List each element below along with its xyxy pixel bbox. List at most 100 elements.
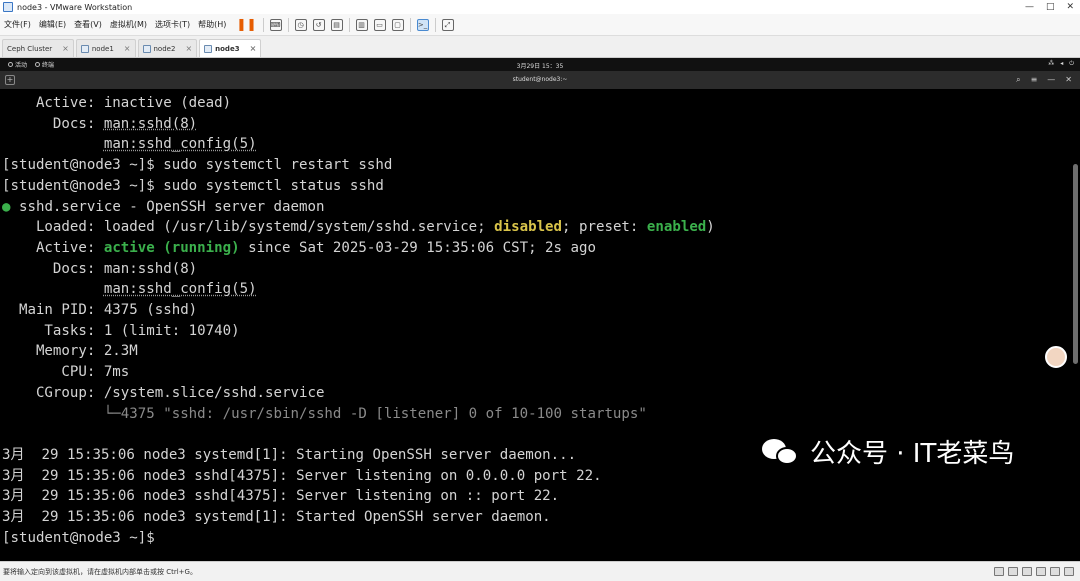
terminal-line: man:sshd_config(5): [2, 134, 257, 154]
terminal-text: Tasks: 1 (limit: 10740): [2, 322, 240, 339]
terminal-line: Loaded: loaded (/usr/lib/systemd/system/…: [2, 217, 715, 237]
window-controls: — □ ✕: [1025, 0, 1074, 14]
terminal-text: Active: inactive (dead): [2, 95, 232, 111]
display-icon[interactable]: [1064, 567, 1074, 576]
network-adapter-icon[interactable]: [1022, 567, 1032, 576]
terminal-text: Main PID: 4375 (sshd): [2, 302, 198, 318]
terminal-text: ●: [2, 198, 11, 215]
terminal-line: 3月 29 15:35:06 node3 systemd[1]: Started…: [2, 507, 551, 527]
terminal-text: Docs: man:sshd(8): [2, 260, 198, 277]
menu-vm[interactable]: 虚拟机(M): [106, 19, 151, 30]
menu-file[interactable]: 文件(F): [0, 19, 35, 30]
terminal-line: CPU: 7ms: [2, 362, 129, 382]
tab-label: node1: [91, 44, 114, 53]
menu-view[interactable]: 查看(V): [70, 19, 106, 30]
terminal-line: CGroup: /system.slice/sshd.service: [2, 383, 325, 403]
vm-tab-bar: Ceph Cluster × node1 × node2 × node3 ×: [0, 36, 1080, 58]
terminal-text: 3月 29 15:35:06 node3 systemd[1]: Started…: [2, 509, 551, 525]
terminal-text: sshd.service - OpenSSH server daemon: [10, 198, 325, 215]
terminal-line: 3月 29 15:35:06 node3 sshd[4375]: Server …: [2, 466, 602, 486]
terminal-window-controls: ⌕ ≡ — ✕: [1016, 75, 1072, 85]
toolbar-divider: [348, 17, 350, 32]
device-icons: [994, 567, 1074, 576]
terminal-title: student@node3:~: [512, 76, 568, 83]
terminal-text: since Sat 2025-03-29 15:35:06 CST; 2s ag…: [239, 239, 596, 256]
close-tab-icon[interactable]: ×: [250, 44, 257, 53]
tab-node3[interactable]: node3 ×: [199, 39, 262, 57]
network-icon: ⁂: [1048, 60, 1055, 67]
watermark-text: 公众号 · IT老菜鸟: [810, 439, 1015, 469]
pause-icon[interactable]: ❚❚: [236, 18, 256, 31]
system-tray[interactable]: ⁂ ◂ ⏻: [1048, 60, 1074, 68]
gnome-top-bar: 活动 终端 3月29日 15：35 ⁂ ◂ ⏻: [0, 58, 1080, 71]
terminal-line: Tasks: 1 (limit: 10740): [2, 321, 240, 341]
stretch-guest-icon[interactable]: ⤢: [441, 18, 454, 31]
terminal-text: enabled: [646, 219, 707, 236]
terminal-text: man:sshd(8): [103, 115, 198, 132]
toolbar-divider: [409, 17, 411, 32]
terminal-line: [student@node3 ~]$ sudo systemctl status…: [2, 176, 384, 196]
terminal-output[interactable]: Active: inactive (dead) Docs: man:sshd(8…: [0, 89, 1080, 561]
terminal-text: Loaded: loaded (/usr/lib/systemd/system/…: [2, 219, 495, 236]
status-text: 要将输入定向到该虚拟机，请在虚拟机内部单击或按 Ctrl+G。: [3, 567, 197, 576]
terminal-text: CPU: 7ms: [2, 364, 130, 381]
terminal-text: 3月 29 15:35:06 node3 sshd[4375]: Server …: [2, 488, 560, 505]
menu-help[interactable]: 帮助(H): [194, 19, 230, 30]
close-tab-icon[interactable]: ×: [62, 44, 69, 53]
terminal-text: ; preset:: [562, 219, 647, 236]
fullscreen-icon[interactable]: ▢: [391, 18, 404, 31]
close-tab-icon[interactable]: ×: [185, 44, 192, 53]
send-keys-icon[interactable]: ⌨: [269, 18, 282, 31]
terminal-line: Docs: man:sshd(8): [2, 114, 197, 134]
sound-card-icon[interactable]: [1050, 567, 1060, 576]
menu-edit[interactable]: 编辑(E): [35, 19, 70, 30]
close-tab-icon[interactable]: ×: [124, 44, 131, 53]
terminal-text: active (running): [103, 239, 240, 256]
terminal-line: Active: inactive (dead): [2, 93, 231, 113]
revert-snapshot-icon[interactable]: ↺: [312, 18, 325, 31]
terminal-line: 3月 29 15:35:06 node3 systemd[1]: Startin…: [2, 445, 576, 465]
volume-icon: ◂: [1060, 60, 1064, 67]
maximize-button[interactable]: □: [1046, 0, 1055, 14]
menu-tabs[interactable]: 选项卡(T): [151, 19, 194, 30]
usb-icon[interactable]: [1036, 567, 1046, 576]
close-icon[interactable]: ✕: [1065, 75, 1072, 85]
vmware-app-icon: [3, 2, 13, 12]
terminal-text: 3月 29 15:35:06 node3 systemd[1]: Startin…: [2, 446, 577, 463]
snapshot-icon[interactable]: ◷: [294, 18, 307, 31]
close-button[interactable]: ✕: [1066, 0, 1074, 14]
tab-node2[interactable]: node2 ×: [137, 39, 198, 57]
hard-disk-icon[interactable]: [994, 567, 1004, 576]
clock[interactable]: 3月29日 15：35: [0, 61, 1080, 70]
terminal-text: disabled: [494, 219, 563, 236]
console-view-icon[interactable]: >_: [416, 18, 429, 31]
terminal-headerbar: + student@node3:~ ⌕ ≡ — ✕: [0, 71, 1080, 89]
hamburger-menu-icon[interactable]: ≡: [1031, 75, 1038, 85]
status-bar: 要将输入定向到该虚拟机，请在虚拟机内部单击或按 Ctrl+G。: [0, 561, 1080, 581]
terminal-text: man:sshd_config(5): [103, 281, 257, 298]
search-icon[interactable]: ⌕: [1016, 75, 1020, 85]
vm-icon: [142, 44, 151, 53]
library-icon[interactable]: ▥: [355, 18, 368, 31]
vm-icon: [80, 44, 89, 53]
tab-ceph-cluster[interactable]: Ceph Cluster ×: [2, 39, 74, 57]
terminal-text: Memory: 2.3M: [2, 343, 138, 360]
minimize-icon[interactable]: —: [1047, 75, 1055, 85]
tab-label: node2: [153, 44, 176, 53]
toolbar: ❚❚ ⌨ ◷ ↺ ▤ ▥ ▭ ▢ >_ ⤢: [236, 17, 454, 32]
toolbar-divider: [262, 17, 264, 32]
minimize-button[interactable]: —: [1025, 0, 1034, 14]
terminal-line: └─4375 "sshd: /usr/sbin/sshd -D [listene…: [2, 404, 647, 424]
tab-node1[interactable]: node1 ×: [75, 39, 136, 57]
scrollbar[interactable]: [1073, 164, 1078, 364]
terminal-line: Docs: man:sshd(8): [2, 259, 197, 279]
vm-icon: [204, 44, 213, 53]
terminal-text: man:sshd_config(5): [103, 136, 257, 153]
tab-label: Ceph Cluster: [7, 44, 53, 53]
terminal-line: Main PID: 4375 (sshd): [2, 300, 197, 320]
cdrom-icon[interactable]: [1008, 567, 1018, 576]
snapshot-manager-icon[interactable]: ▤: [330, 18, 343, 31]
thumbnail-icon[interactable]: ▭: [373, 18, 386, 31]
